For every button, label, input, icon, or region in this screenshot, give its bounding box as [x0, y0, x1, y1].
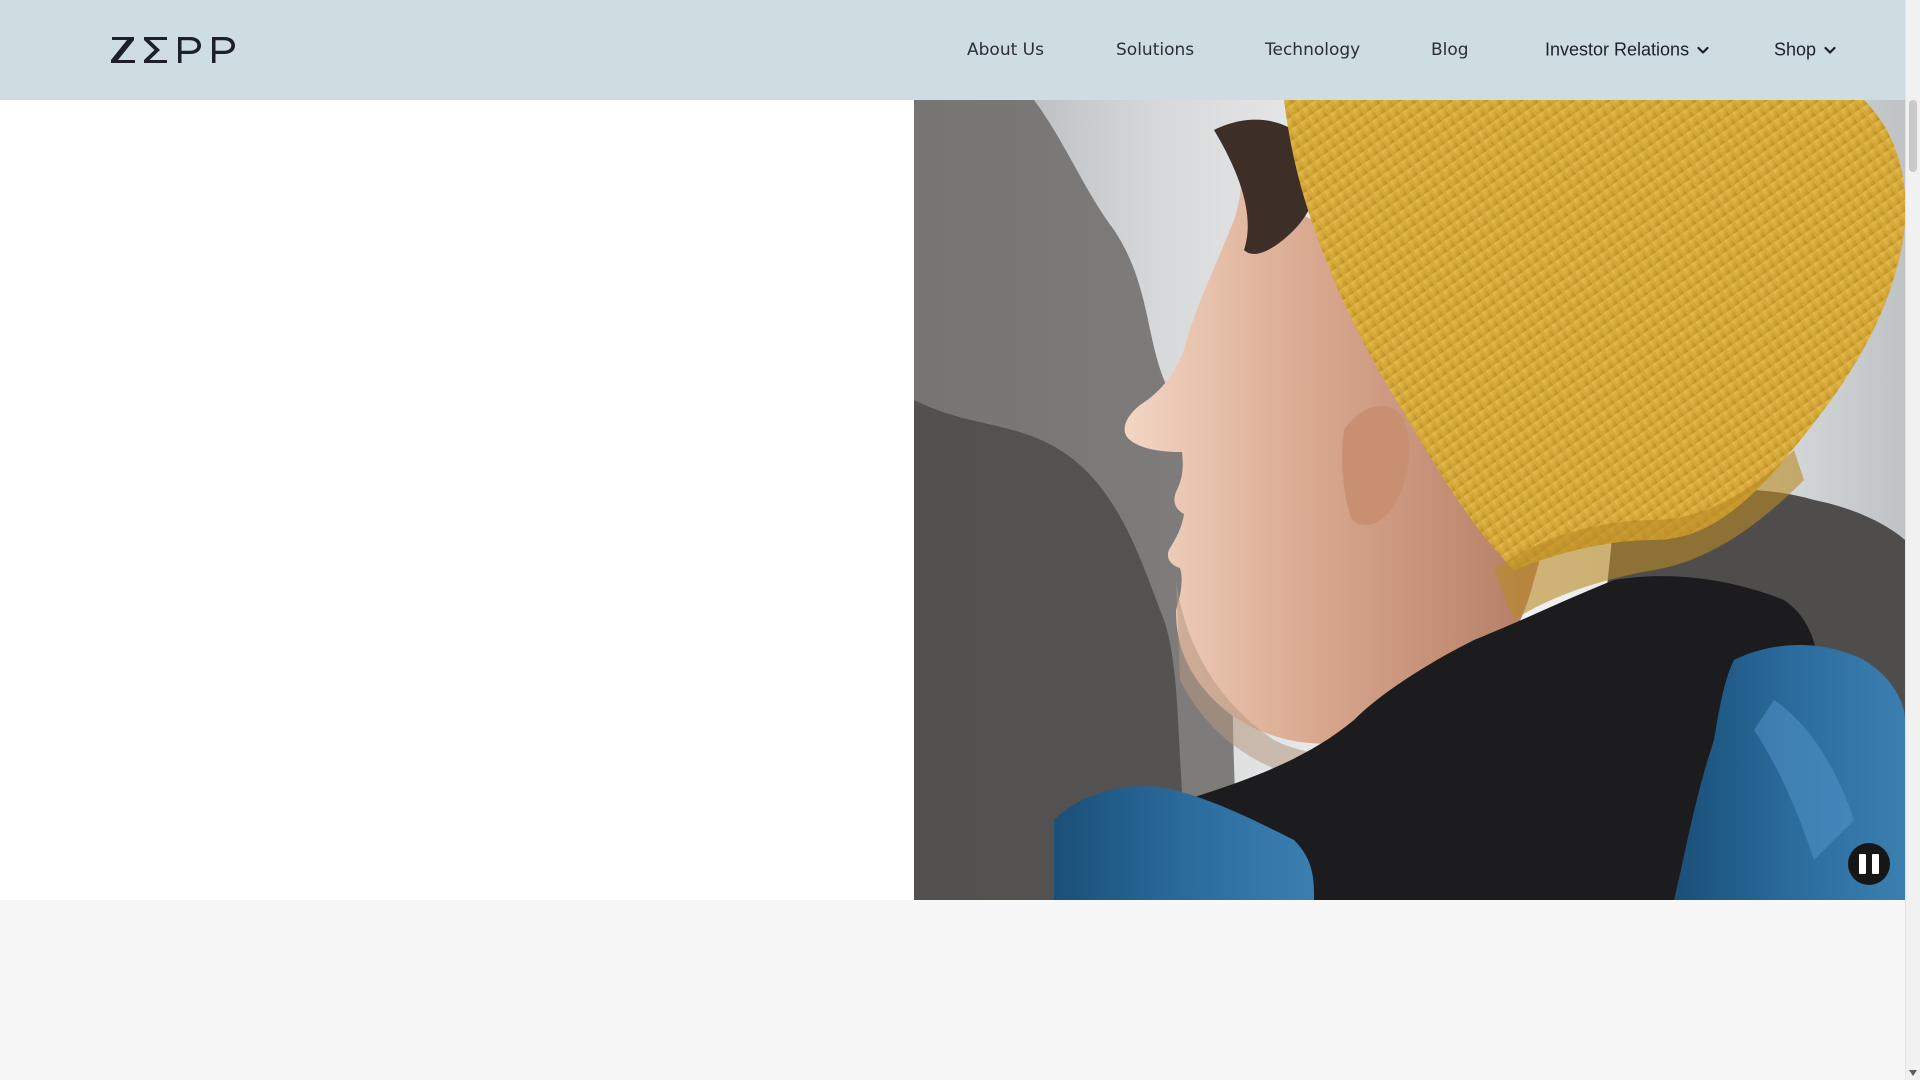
site-header: About Us Solutions Technology Blog Inves…: [0, 0, 1905, 100]
nav-about-us[interactable]: About Us: [967, 40, 1044, 60]
vertical-scrollbar[interactable]: [1905, 0, 1920, 1080]
hero-video[interactable]: [914, 100, 1905, 900]
chevron-down-icon: [1824, 46, 1836, 54]
zepp-logo[interactable]: [110, 34, 240, 66]
scroll-down-arrow-icon[interactable]: [1909, 1070, 1917, 1076]
pause-icon-bar: [1872, 854, 1879, 874]
page: About Us Solutions Technology Blog Inves…: [0, 0, 1920, 1080]
hero-text-area: [0, 100, 914, 900]
nav-solutions[interactable]: Solutions: [1116, 40, 1194, 60]
video-frame-illustration: [914, 100, 1905, 900]
zepp-logo-mark: [111, 37, 235, 63]
nav-blog[interactable]: Blog: [1431, 40, 1469, 60]
nav-investor-relations[interactable]: Investor Relations: [1545, 40, 1709, 61]
nav-investor-relations-label: Investor Relations: [1545, 39, 1690, 60]
scrollbar-thumb[interactable]: [1909, 100, 1917, 172]
nav-technology[interactable]: Technology: [1265, 40, 1360, 60]
hero-section: [0, 100, 1905, 900]
chevron-down-icon: [1697, 46, 1709, 54]
pause-button[interactable]: [1848, 843, 1890, 885]
nav-shop-label: Shop: [1774, 39, 1817, 60]
lower-content-band: [0, 900, 1905, 1080]
pause-icon: [1859, 854, 1866, 874]
nav-shop[interactable]: Shop: [1774, 40, 1836, 61]
